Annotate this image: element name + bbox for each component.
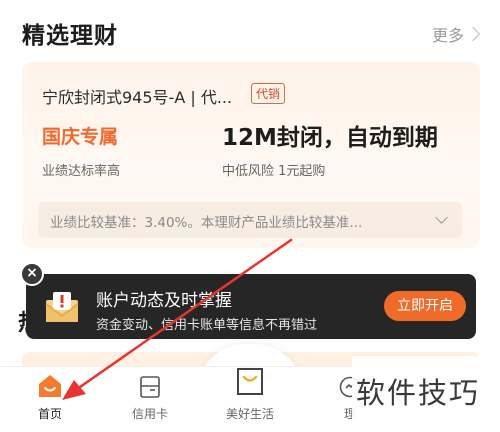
benchmark-bar[interactable]: 业绩比较基准：3.40%。本理财产品业绩比较基准...	[38, 202, 462, 238]
chevron-right-icon	[465, 26, 481, 42]
section-header: 精选理财 更多	[22, 14, 481, 50]
close-button[interactable]: ×	[20, 262, 44, 286]
tab-label: 信用卡	[131, 407, 168, 421]
credit-card-icon	[140, 376, 160, 398]
benchmark-text: 业绩比较基准：3.40%。本理财产品业绩比较基准...	[50, 215, 363, 231]
enable-now-button[interactable]: 立即开启	[384, 291, 466, 321]
watermark: 软件技巧	[352, 356, 500, 420]
chevron-down-icon[interactable]	[435, 211, 448, 224]
tab-credit-card[interactable]: 信用卡	[100, 367, 200, 432]
section-title: 精选理财	[22, 23, 118, 49]
product-risk-info: 中低风险 1元起购	[222, 164, 326, 179]
tab-home[interactable]: 首页	[0, 367, 100, 432]
home-icon	[39, 375, 61, 397]
product-name: 宁欣封闭式945号-A | 代...	[42, 88, 233, 107]
shopping-bag-icon	[237, 368, 263, 395]
promo-subtitle: 业绩达标率高	[42, 164, 121, 179]
more-link[interactable]: 更多	[432, 22, 481, 46]
promo-label: 国庆专属	[42, 126, 119, 148]
tab-label: 首页	[37, 407, 62, 421]
more-label[interactable]: 更多	[432, 22, 464, 46]
banner-description: 资金变动、信用卡账单等信息不再错过	[96, 318, 318, 333]
tab-good-life[interactable]: 美好生活	[200, 367, 300, 432]
product-card[interactable]: 宁欣封闭式945号-A | 代... 代销 国庆专属 业绩达标率高 12M封闭，…	[22, 62, 480, 248]
banner-title: 账户动态及时掌握	[96, 291, 232, 311]
envelope-icon	[45, 292, 79, 322]
product-headline: 12M封闭，自动到期	[222, 125, 438, 151]
notification-banner[interactable]: 账户动态及时掌握 资金变动、信用卡账单等信息不再错过 立即开启	[26, 274, 476, 339]
watermark-text: 软件技巧	[356, 376, 481, 410]
product-tag: 代销	[251, 83, 286, 104]
tab-label: 美好生活	[225, 407, 274, 421]
